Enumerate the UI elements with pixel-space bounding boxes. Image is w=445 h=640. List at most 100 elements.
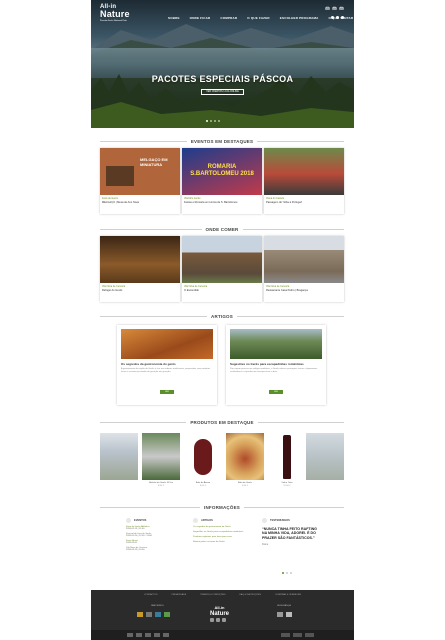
testimonial-dot[interactable] (282, 572, 284, 574)
divider (100, 315, 208, 317)
restaurant-location: Vila Nova de Cerveira (102, 285, 126, 288)
carousel-dot-2[interactable] (210, 120, 212, 122)
event-title: Festas e Romaria em Honra de S. Bartolom… (184, 201, 238, 204)
article-title: Sugestões no Gerês para escapadinhas rom… (230, 362, 304, 366)
badge-icon (127, 633, 133, 637)
section-header-products: PRODUTOS EM DESTAQUE (100, 418, 344, 426)
product-card[interactable]: Vinho Tinto 12,00 € (268, 433, 306, 487)
testimonial-dot[interactable] (290, 572, 292, 574)
product-card[interactable]: Bolo de Gerês 4,00 € (226, 433, 264, 487)
info-row[interactable]: Festival de Jazz de Gerês 2018-02-20 | 12… (126, 533, 186, 537)
info-row-title: Os segredos da gastronomia do Gerês (193, 526, 231, 528)
menu-item-sobre[interactable]: SOBRE (168, 16, 180, 20)
restaurant-image (100, 236, 180, 283)
menu-item-comprar[interactable]: COMPRAR (220, 16, 237, 20)
info-heading: TESTEMUNHOS (270, 518, 290, 522)
facebook-icon[interactable] (210, 618, 214, 622)
carousel-dot-3[interactable] (214, 120, 216, 122)
youtube-icon[interactable] (222, 618, 226, 622)
product-name: Bolinho do Gerês 10 Uni (149, 482, 173, 484)
product-image (306, 433, 344, 480)
product-image (100, 433, 138, 480)
testimonial-quote: “NUNCA TINHA FEITO RAFTING NA MINHA VIDA… (262, 527, 317, 540)
menu-item-escolher-programa[interactable]: ESCOLHER PROGRAMA (280, 16, 319, 20)
page: All-in Nature Peneda-Gerês National Park… (0, 0, 445, 640)
info-row[interactable]: Festa Brava 2018-03-01 (126, 540, 186, 544)
testimonial-dot[interactable] (286, 572, 288, 574)
restaurant-card[interactable]: Vila Nova de Cerveira Refúgio do Gerês (100, 236, 180, 302)
restaurant-name: Restaurante Casa Pedro | Bragança (266, 289, 308, 292)
restaurant-card[interactable]: Vila Nova de Cerveira Restaurante Casa P… (264, 236, 344, 302)
instagram-icon[interactable] (336, 16, 339, 19)
product-card[interactable]: Bolinho do Gerês 10 Uni 8,50 € (142, 433, 180, 487)
product-card[interactable] (100, 433, 138, 482)
language-selector: PT EN ES (325, 7, 344, 10)
partner-logo (146, 612, 152, 617)
footer-link-comprar[interactable]: COMPRAR & OFERECER (275, 594, 301, 596)
info-row[interactable]: Feira do Gerês Atlântico 2018-02-15 | 11:… (126, 526, 186, 530)
carousel-dot-4[interactable] (218, 120, 220, 122)
social-links (331, 16, 344, 19)
lang-pt[interactable]: PT (325, 7, 330, 10)
product-price: 8,50 € (157, 485, 165, 487)
footer-link-privacidade[interactable]: PRIVACIDADE (172, 594, 187, 596)
product-image (184, 433, 222, 480)
article-read-button[interactable]: VER (160, 390, 174, 394)
event-image: MELGAÇO EM MINIATURA (100, 148, 180, 195)
footer-link-contactos[interactable]: CONTACTOS (144, 594, 158, 596)
info-row[interactable]: Os segredos da gastronomia do Gerês (193, 526, 255, 528)
carousel-dot-1[interactable] (206, 120, 208, 122)
footer-link-termos[interactable]: TERMOS & CONDIÇÕES (200, 594, 225, 596)
footer-security-label: SEGURANÇA (277, 605, 291, 607)
info-row-title: Sugestões no Gerês para escapadinhas rom… (193, 531, 244, 533)
footer-logo[interactable]: All-in Nature (210, 605, 229, 617)
footer-links: CONTACTOS PRIVACIDADE TERMOS & CONDIÇÕES… (91, 594, 354, 596)
hero-offers-button[interactable]: VER OFERTAS LOJA ONLINE (201, 89, 244, 95)
article-icon (193, 517, 198, 523)
event-overlay-text: MELGAÇO EM MINIATURA (140, 157, 168, 167)
payment-logo (305, 633, 314, 637)
info-events-column: EVENTOS Feira do Gerês Atlântico 2018-02-… (126, 517, 186, 577)
divider (257, 140, 345, 142)
search-icon[interactable] (341, 16, 344, 19)
product-price: 8,00 € (199, 485, 207, 487)
carousel-dots (206, 120, 220, 122)
info-row-title: Produtos regionais para levar para casa (193, 536, 232, 538)
logo-tagline: Peneda-Gerês National Park (100, 20, 127, 22)
lang-en[interactable]: EN (332, 7, 337, 10)
lang-es[interactable]: ES (339, 7, 344, 10)
footer-link-faq[interactable]: FAQ & INSTRUÇÕES (240, 594, 261, 596)
partner-logo (137, 612, 143, 617)
info-row[interactable]: Vila Nova de Cerveira 2018-03-10 | 10:00 (126, 547, 186, 551)
article-read-button[interactable]: VER (269, 390, 283, 394)
restaurant-card[interactable]: Vila Nova de Cerveira O Escondido (182, 236, 262, 302)
section-title: EVENTOS EM DESTAQUES (190, 138, 254, 144)
divider (236, 315, 344, 317)
info-row-meta: 2018-03-01 (126, 542, 138, 544)
product-card[interactable]: Bolo de Ânimo 8,00 € (184, 433, 222, 487)
event-location: Viana do Castelo (266, 197, 285, 200)
menu-item-onde-ficar[interactable]: ONDE FICAR (190, 16, 211, 20)
payment-logo (281, 633, 290, 637)
product-card[interactable] (306, 433, 344, 482)
article-card[interactable]: Os segredos da gastronomia do gerês A ga… (117, 325, 217, 405)
partner-logo (164, 612, 170, 617)
payment-methods (281, 633, 314, 637)
footer-social (210, 618, 226, 622)
facebook-icon[interactable] (331, 16, 334, 19)
site-logo[interactable]: All-in Nature Peneda-Gerês National Park (100, 4, 130, 25)
section-title: ONDE COMER (205, 226, 239, 232)
menu-item-o-que-fazer[interactable]: O QUE FAZER (247, 16, 270, 20)
event-card[interactable]: MELGAÇO EM MINIATURA Feira de Gerês MELG… (100, 148, 180, 214)
article-card[interactable]: Sugestões no Gerês para escapadinhas rom… (226, 325, 326, 405)
section-header-events: EVENTOS EM DESTAQUES (100, 137, 345, 145)
info-row[interactable]: Roteiro pelas cascatas do Gerês (193, 541, 255, 543)
cyclists-image (264, 148, 344, 195)
event-card[interactable]: Viana do Castelo Passagem do 'Volta a Po… (264, 148, 344, 214)
footer-logo-line-2: Nature (210, 611, 230, 617)
payment-logo (293, 633, 302, 637)
info-row[interactable]: Sugestões no Gerês para escapadinhas rom… (193, 531, 255, 533)
info-row[interactable]: Produtos regionais para levar para casa (193, 536, 255, 538)
event-card[interactable]: ROMARIA S.BARTOLOMEU 2018 Vilarinho Gerê… (182, 148, 262, 214)
instagram-icon[interactable] (216, 618, 220, 622)
